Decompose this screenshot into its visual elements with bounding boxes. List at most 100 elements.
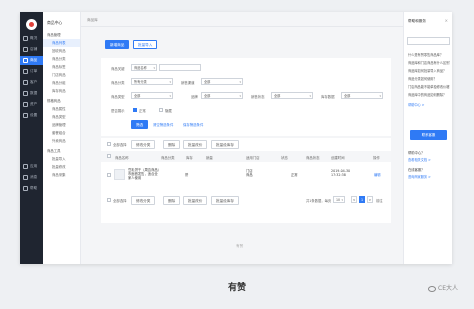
- subnav-item[interactable]: 商品属性: [43, 105, 80, 113]
- subnav-group-label: 商品工具: [47, 149, 61, 153]
- display-label: 是否展示: [111, 109, 125, 113]
- stock-select[interactable]: 全部: [341, 92, 383, 99]
- help-question: 帮助中心？: [408, 151, 425, 155]
- page-size-select[interactable]: 10: [333, 196, 345, 203]
- help-search-input[interactable]: [407, 37, 450, 45]
- faq-item[interactable]: 商品库中的商品如何删除？: [408, 92, 450, 97]
- footer-select-all-checkbox[interactable]: [107, 198, 111, 202]
- category-select[interactable]: 所有分类: [131, 78, 173, 85]
- col-sales: 销量: [206, 156, 213, 160]
- header-checkbox[interactable]: [107, 154, 111, 158]
- select-all-label: 全部选择: [113, 143, 127, 147]
- goods-state: 正常: [291, 173, 298, 177]
- subnav-item[interactable]: 商品类型: [43, 113, 80, 121]
- subnav-item[interactable]: 商品采集: [43, 171, 80, 179]
- display-normal-checkbox[interactable]: [133, 108, 137, 112]
- subnav-item[interactable]: 门店商品: [43, 71, 80, 79]
- subnav-item[interactable]: 库存商品: [43, 87, 80, 95]
- close-icon[interactable]: ×: [445, 18, 448, 23]
- goto-label: 前往: [376, 199, 383, 203]
- select-all-checkbox[interactable]: [107, 142, 111, 146]
- display-hidden-checkbox[interactable]: [159, 108, 163, 112]
- change-category-button[interactable]: 修改分类: [131, 140, 156, 149]
- rail-item-shop[interactable]: 店铺: [20, 45, 43, 54]
- rail-item-overview[interactable]: 概况: [20, 34, 43, 43]
- subnav-title: 商品中心: [47, 20, 63, 25]
- faq-item[interactable]: 什么是有赞零售商品库？: [408, 52, 450, 57]
- delete-button[interactable]: 删除: [163, 140, 181, 149]
- subnav-item[interactable]: 商品标签: [43, 63, 80, 71]
- col-store: 适用门店: [246, 156, 260, 160]
- keyword-type-select[interactable]: 商品名称: [131, 64, 157, 71]
- status-select[interactable]: 全部: [271, 92, 313, 99]
- keyword-input[interactable]: [159, 64, 201, 71]
- subnav-item[interactable]: 批量修改: [43, 163, 80, 171]
- goods-name[interactable]: 豆乳饼干（周边商品）市面首发售，适合全家人使用: [128, 168, 160, 180]
- rail-item-goods[interactable]: 商品: [20, 56, 43, 65]
- faq-item[interactable]: 商品分类如何使用？: [408, 76, 450, 81]
- subnav-item[interactable]: 品牌管理: [43, 121, 80, 129]
- wechat-icon: [428, 285, 437, 292]
- subnav-item[interactable]: 商品分组: [43, 79, 80, 87]
- subnav-item[interactable]: 回收商品: [43, 47, 80, 55]
- rail-item-data[interactable]: 数据: [20, 89, 43, 98]
- col-goods-status: 商品状态: [306, 156, 320, 160]
- subnav-group-label: 商品管理: [47, 33, 61, 37]
- divider: [81, 26, 403, 27]
- row-checkbox[interactable]: [107, 173, 111, 177]
- rail-item-orders[interactable]: 订单: [20, 67, 43, 76]
- contact-service-button[interactable]: 联系客服: [410, 130, 447, 140]
- secondary-sidebar: 商品中心 商品管理 商品列表 回收商品 商品分类 商品标签 门店商品 商品分组 …: [43, 12, 81, 264]
- faq-item[interactable]: 商品库和门店商品有什么区别？: [408, 60, 450, 65]
- rail-item-customers[interactable]: 客户: [20, 78, 43, 87]
- rail-item-settings[interactable]: 设置: [20, 111, 43, 120]
- edit-link[interactable]: 编辑: [374, 173, 381, 178]
- faq-item[interactable]: 门店商品能不能单独修改价格？: [408, 84, 450, 89]
- col-stock: 库存: [186, 156, 193, 160]
- goods-table: 全部选择 修改分类 删除 批量改价 批量设库存 商品名称 商品分类 库存 销量 …: [101, 138, 391, 223]
- rail-item-assets[interactable]: 资产: [20, 100, 43, 109]
- help-answer-link[interactable]: 查看相关文档 >: [408, 157, 431, 162]
- batch-price-button[interactable]: 批量改价: [183, 140, 208, 149]
- prev-page-button[interactable]: <: [351, 196, 357, 203]
- goods-category: 饼: [185, 173, 189, 177]
- subnav-item[interactable]: 外卖商品: [43, 137, 80, 145]
- subnav-group-label: 规格商品: [47, 99, 61, 103]
- rail-item-apps[interactable]: 应用: [20, 162, 43, 171]
- batch-stock-button[interactable]: 批量设库存: [211, 140, 239, 149]
- clear-filters-link[interactable]: 清空筛选条件: [153, 122, 173, 127]
- next-page-button[interactable]: >: [367, 196, 373, 203]
- help-center-link[interactable]: 帮助中心 >: [408, 102, 424, 107]
- rail-item-messages[interactable]: 消息: [20, 173, 43, 182]
- brand-select[interactable]: 全部: [201, 92, 243, 99]
- filter-button[interactable]: 筛选: [131, 120, 149, 129]
- footer-change-category-button[interactable]: 修改分类: [131, 196, 156, 205]
- brand-label: 品牌: [191, 95, 198, 99]
- add-goods-button[interactable]: 新增商品: [105, 40, 130, 49]
- subnav-item[interactable]: 套餐组合: [43, 129, 80, 137]
- brand-logo[interactable]: [26, 19, 37, 30]
- col-created: 创建时间: [331, 156, 345, 160]
- subnav-item[interactable]: 商品分类: [43, 55, 80, 63]
- goods-thumbnail: [114, 169, 125, 180]
- save-filters-link[interactable]: 保存筛选条件: [183, 122, 203, 127]
- footer-batch-stock-button[interactable]: 批量设库存: [211, 196, 239, 205]
- service-answer-link[interactable]: 咨询商家服务 >: [408, 174, 431, 179]
- rail-item-help[interactable]: 帮助: [20, 184, 43, 193]
- faq-item[interactable]: 商品库如何批量导入商品？: [408, 68, 450, 73]
- footer-delete-button[interactable]: 删除: [163, 196, 181, 205]
- keyword-label: 商品关键: [111, 67, 125, 71]
- batch-import-button[interactable]: 批量导入: [133, 40, 158, 49]
- app-window: 概况 店铺 商品 订单 客户 数据 资产 设置 应用 消息 帮助 商品中心 商品…: [20, 12, 452, 264]
- goods-created: 2019-04-30 17:32:38: [331, 169, 351, 177]
- goods-store: 门店 商品: [246, 169, 253, 177]
- filter-panel: 商品关键 商品名称 商品分类 所有分类 销售渠道 全部 商品类型 全部 品牌 全…: [101, 58, 391, 136]
- col-status: 状态: [281, 156, 288, 160]
- goods-type-select[interactable]: 全部: [131, 92, 173, 99]
- subnav-item[interactable]: 商品列表: [43, 39, 80, 47]
- sales-channel-select[interactable]: 全部: [201, 78, 243, 85]
- sales-channel-label: 销售渠道: [181, 81, 195, 85]
- footer-batch-price-button[interactable]: 批量改价: [183, 196, 208, 205]
- subnav-item[interactable]: 批量导入: [43, 155, 80, 163]
- page-1-button[interactable]: 1: [359, 196, 365, 203]
